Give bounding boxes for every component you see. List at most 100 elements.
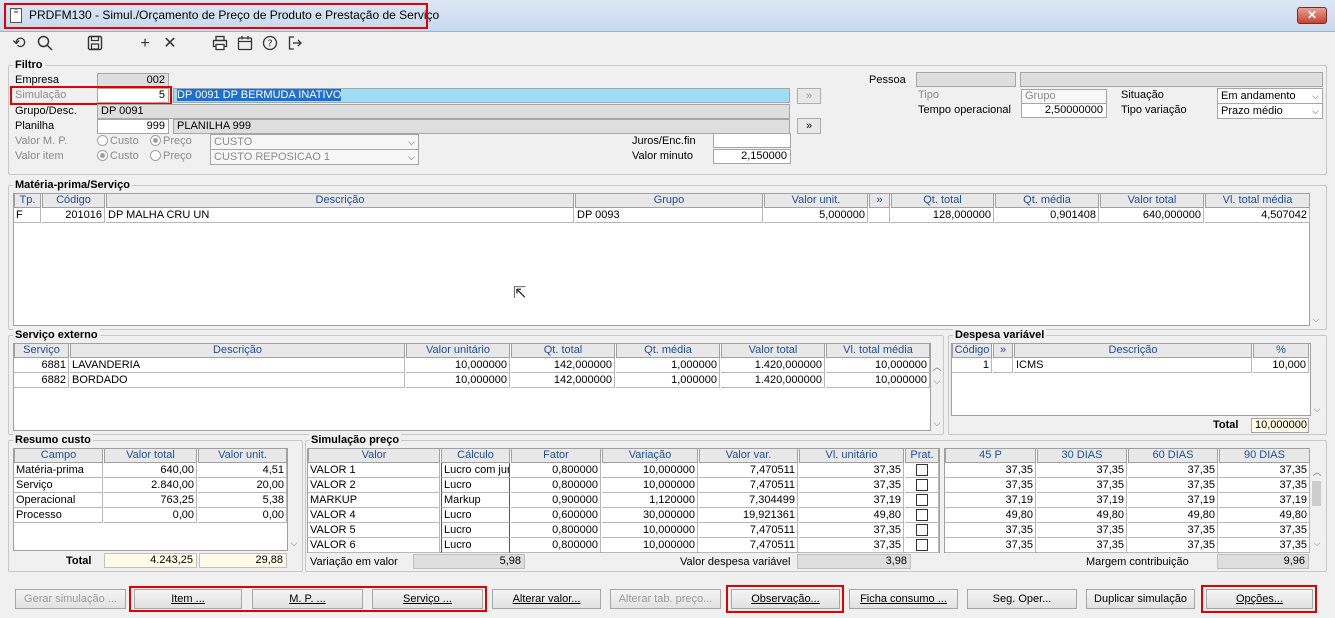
grupo-field[interactable]: DP 0091	[97, 104, 790, 119]
prazo-header-3[interactable]: 90 DIAS	[1219, 448, 1310, 463]
servico-cell[interactable]: 1.420,000000	[721, 373, 825, 388]
simulacao-cell[interactable]: 30,000000	[602, 508, 698, 523]
servico-cell[interactable]: 10,000000	[406, 373, 510, 388]
mp-cell[interactable]: 0,901408	[995, 208, 1099, 223]
add-icon[interactable]: +	[136, 35, 154, 53]
tempo-field[interactable]: 2,50000000	[1021, 103, 1107, 118]
servico-header-2[interactable]: Valor unitário	[406, 343, 510, 358]
simulacao-cell[interactable]: VALOR 5	[308, 523, 440, 538]
simulacao-cell[interactable]: 7,470511	[699, 538, 798, 553]
servico-button[interactable]: Serviço ...	[372, 589, 483, 609]
planilha-expand-button[interactable]: »	[797, 118, 821, 134]
servico-cell[interactable]: 10,000000	[826, 373, 930, 388]
despesa-header-0[interactable]: Código	[952, 343, 992, 358]
prat-cell[interactable]	[905, 478, 939, 493]
servico-cell[interactable]: 10,000000	[406, 358, 510, 373]
mp-cell[interactable]	[869, 208, 890, 223]
scroll-down-icon[interactable]: ⌵	[932, 418, 942, 429]
simulacao-header-2[interactable]: Fator	[511, 448, 601, 463]
mp-header-5[interactable]: »	[869, 193, 890, 208]
prazo-cell[interactable]: 37,35	[1219, 478, 1310, 493]
prazo-cell[interactable]: 37,35	[945, 538, 1036, 553]
mp-button[interactable]: M. P. ...	[252, 589, 363, 609]
resumo-cell[interactable]: Matéria-prima	[14, 463, 103, 478]
refresh-icon[interactable]: ⟲	[10, 35, 28, 53]
simulacao-cell[interactable]: 37,19	[799, 493, 904, 508]
servico-cell[interactable]: 142,000000	[511, 373, 615, 388]
simulacao-cell[interactable]: 37,35	[799, 523, 904, 538]
mp-header-0[interactable]: Tp.	[14, 193, 41, 208]
resumo-cell[interactable]: 20,00	[198, 478, 287, 493]
servico-cell[interactable]: 6881	[14, 358, 69, 373]
gerar-simulacao-button[interactable]: Gerar simulação ...	[15, 589, 126, 609]
juros-field[interactable]	[713, 133, 791, 148]
mp-cell[interactable]: 5,000000	[764, 208, 868, 223]
despesa-cell[interactable]: ICMS	[1014, 358, 1252, 373]
observacao-button[interactable]: Observação...	[731, 589, 840, 609]
prat-checkbox[interactable]	[916, 509, 928, 521]
situacao-combo[interactable]: Em andamento ⌵	[1217, 88, 1323, 104]
scroll-down-icon[interactable]: ⌵	[932, 376, 942, 387]
resumo-cell[interactable]: 2.840,00	[104, 478, 197, 493]
prazo-cell[interactable]: 37,19	[1219, 493, 1310, 508]
prat-checkbox[interactable]	[916, 494, 928, 506]
simulacao-cell[interactable]: 7,470511	[699, 523, 798, 538]
simulacao-cell[interactable]: 1,120000	[602, 493, 698, 508]
mp-cell[interactable]: 4,507042	[1205, 208, 1310, 223]
simulacao-cell[interactable]: 37,35	[799, 478, 904, 493]
prazo-cell[interactable]: 37,19	[945, 493, 1036, 508]
prazo-header-2[interactable]: 60 DIAS	[1128, 448, 1218, 463]
resumo-header-0[interactable]: Campo	[14, 448, 103, 463]
simulacao-cell[interactable]: 37,35	[799, 538, 904, 553]
resumo-cell[interactable]: Serviço	[14, 478, 103, 493]
save-icon[interactable]	[86, 35, 104, 53]
servico-header-6[interactable]: Vl. total média	[826, 343, 930, 358]
mp-header-8[interactable]: Valor total	[1100, 193, 1204, 208]
simulacao-field[interactable]: 5	[97, 88, 169, 103]
prazo-cell[interactable]: 37,35	[1219, 523, 1310, 538]
resumo-cell[interactable]: 5,38	[198, 493, 287, 508]
resumo-cell[interactable]: 763,25	[104, 493, 197, 508]
valor-mp-custo-radio[interactable]: Custo	[97, 135, 139, 147]
simulacao-cell[interactable]: Lucro	[441, 523, 510, 538]
search-icon[interactable]	[36, 35, 54, 53]
tipo-variacao-combo[interactable]: Prazo médio ⌵	[1217, 103, 1323, 119]
simulacao-cell[interactable]: 7,304499	[699, 493, 798, 508]
servico-cell[interactable]: 6882	[14, 373, 69, 388]
simulacao-cell[interactable]: VALOR 2	[308, 478, 440, 493]
prat-cell[interactable]	[905, 463, 939, 478]
prazo-cell[interactable]: 37,35	[1219, 538, 1310, 553]
prazo-cell[interactable]: 49,80	[1037, 508, 1127, 523]
servico-cell[interactable]: LAVANDERIA	[70, 358, 405, 373]
prat-checkbox[interactable]	[916, 479, 928, 491]
scrollbar-thumb[interactable]	[1312, 481, 1321, 506]
valor-mp-combo[interactable]: CUSTO ⌵	[210, 134, 419, 150]
simulacao-cell[interactable]: Markup	[441, 493, 510, 508]
prazo-cell[interactable]: 37,35	[1037, 538, 1127, 553]
simulacao-cell[interactable]: 0,800000	[511, 523, 601, 538]
despesa-cell[interactable]: 10,000	[1253, 358, 1309, 373]
prazo-cell[interactable]: 37,35	[945, 523, 1036, 538]
simulacao-cell[interactable]: 19,921361	[699, 508, 798, 523]
scroll-down-icon[interactable]: ⌵	[1311, 314, 1321, 325]
close-button[interactable]: ✕	[1297, 7, 1327, 24]
servico-cell[interactable]: 142,000000	[511, 358, 615, 373]
simulacao-header-3[interactable]: Variação	[602, 448, 698, 463]
resumo-header-2[interactable]: Valor unit.	[198, 448, 287, 463]
prazo-cell[interactable]: 37,35	[1037, 463, 1127, 478]
scroll-up-icon[interactable]: ︿	[1312, 465, 1322, 478]
prazo-cell[interactable]: 37,35	[1128, 478, 1218, 493]
exit-icon[interactable]	[286, 35, 304, 53]
print-icon[interactable]	[211, 35, 229, 53]
valor-item-combo[interactable]: CUSTO REPOSICAO 1 ⌵	[210, 149, 419, 165]
mp-cell[interactable]: 640,000000	[1100, 208, 1204, 223]
mp-header-3[interactable]: Grupo	[575, 193, 763, 208]
simulacao-cell[interactable]: VALOR 1	[308, 463, 440, 478]
tipo-field[interactable]: Grupo	[1021, 89, 1107, 104]
servico-cell[interactable]: 10,000000	[826, 358, 930, 373]
servico-cell[interactable]: 1.420,000000	[721, 358, 825, 373]
resumo-cell[interactable]: Operacional	[14, 493, 103, 508]
mp-header-9[interactable]: Vl. total média	[1205, 193, 1310, 208]
despesa-cell[interactable]: 1	[952, 358, 992, 373]
valor-minuto-field[interactable]: 2,150000	[713, 149, 791, 164]
